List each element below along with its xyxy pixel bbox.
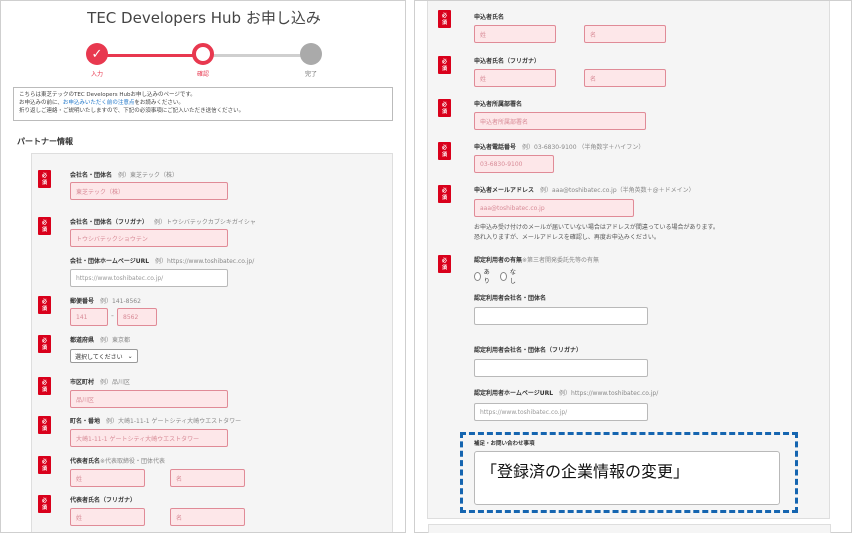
required-badge: 必須 [38, 296, 52, 314]
radio-no[interactable] [500, 271, 507, 281]
inquiry-textarea[interactable]: 「登録済の企業情報の変更」 [474, 451, 780, 505]
certified-user-radio-group: あり なし [474, 267, 526, 285]
notice-text: お申込みの前に、 [19, 100, 63, 106]
field-label: 市区町村 例）品川区 [70, 379, 131, 386]
company-url-input[interactable]: https://www.toshibatec.co.jp/ [70, 269, 228, 287]
field-label: 代表者氏名（フリガナ） [70, 497, 137, 504]
required-badge: 必須 [38, 335, 52, 353]
applicant-first-name-input[interactable]: 名 [584, 25, 666, 43]
field-label: 代表者氏名※代表取締役・団体代表 [70, 458, 166, 465]
email-input[interactable]: aaa@toshibatec.co.jp [474, 199, 634, 217]
current-step-icon [192, 43, 214, 65]
field-label: 都道府県 例）東京都 [70, 337, 131, 344]
field-label: 認定利用者ホームページURL 例）https://www.toshibatec.c… [474, 390, 659, 397]
step-input: ✓ 入力 [67, 43, 127, 78]
required-badge: 必須 [38, 377, 52, 395]
chevron-down-icon: ⌄ [127, 352, 133, 360]
applicant-kana-last-input[interactable]: 姓 [474, 69, 556, 87]
representative-first-name-input[interactable]: 名 [170, 469, 245, 487]
radio-yes[interactable] [474, 271, 481, 281]
representative-last-name-input[interactable]: 姓 [70, 469, 145, 487]
required-badge: 必須 [438, 142, 452, 160]
postal-code-second-input[interactable]: 8562 [117, 308, 157, 326]
postal-code-first-input[interactable]: 141 [70, 308, 108, 326]
step-confirm: 確認 [173, 43, 233, 78]
partner-info-form: 必須 会社名・団体名 例）東芝テック（株） 東芝テック（株） 必須 会社名・団体名… [31, 153, 393, 532]
step-label: 完了 [304, 71, 317, 78]
form-screen-left: TEC Developers Hub お申し込み ✓ 入力 確認 完了 こちらは… [0, 0, 406, 533]
postal-dash: - [111, 311, 114, 320]
applicant-kana-first-input[interactable]: 名 [584, 69, 666, 87]
representative-kana-first-input[interactable]: 名 [170, 508, 245, 526]
phone-input[interactable]: 03-6830-9100 [474, 155, 554, 173]
address-input[interactable]: 大崎1-11-1 ゲートシティ大崎ウエストタワー [70, 429, 228, 447]
field-label: 申込者電話番号 例）03-6830-9100 （半角数字＋ハイフン） [474, 144, 645, 151]
field-label: 申込者メールアドレス 例）aaa@toshibatec.co.jp（半角英数＋@＋… [474, 187, 695, 194]
required-badge: 必須 [438, 255, 452, 273]
section-title: パートナー情報 [17, 137, 73, 146]
city-input[interactable]: 品川区 [70, 390, 228, 408]
required-badge: 必須 [38, 170, 52, 188]
notice-line: 折り返しご連絡・ご説明いたしますので、下記の必須事項にご記入いただき送信ください… [19, 108, 245, 114]
required-badge: 必須 [38, 217, 52, 235]
step-label: 入力 [90, 71, 103, 78]
required-badge: 必須 [438, 99, 452, 117]
page-title: TEC Developers Hub お申し込み [87, 9, 321, 27]
applicant-last-name-input[interactable]: 姓 [474, 25, 556, 43]
required-badge: 必須 [438, 56, 452, 74]
certified-kana-input[interactable] [474, 359, 648, 377]
next-section-edge [428, 524, 831, 533]
radio-yes-label: あり [483, 269, 490, 285]
certified-company-input[interactable] [474, 307, 648, 325]
step-complete: 完了 [281, 43, 341, 78]
field-label: 会社名・団体名 例）東芝テック（株） [70, 172, 179, 179]
required-badge: 必須 [38, 416, 52, 434]
precautions-link[interactable]: お申込みいただく前の注意点 [63, 100, 135, 106]
field-label: 申込者氏名（フリガナ） [474, 58, 541, 65]
notice-line: こちらは東芝テックのTEC Developers Hubお申し込みのページです。 [19, 92, 196, 98]
field-label: 認定利用者会社名・団体名 [474, 295, 547, 302]
notice-text: をお読みください。 [134, 100, 184, 106]
department-input[interactable]: 申込者所属部署名 [474, 112, 646, 130]
prefecture-select[interactable]: 選択してください ⌄ [70, 349, 138, 363]
required-badge: 必須 [438, 185, 452, 203]
step-label: 確認 [196, 71, 209, 78]
field-label: 会社名・団体名（フリガナ） 例）トウシバテックカブシキガイシャ [70, 219, 256, 226]
representative-kana-last-input[interactable]: 姓 [70, 508, 145, 526]
field-label: 認定利用者会社名・団体名（フリガナ） [474, 347, 583, 354]
field-label: 認定利用者の有無※第三者開発委託先等の有無 [474, 257, 600, 264]
field-label: 申込者氏名 [474, 14, 505, 21]
required-badge: 必須 [438, 10, 452, 28]
required-badge: 必須 [38, 495, 52, 513]
prefecture-selected-value: 選択してください [75, 353, 123, 361]
field-label: 会社・団体ホームページURL 例）https://www.toshibatec.c… [70, 258, 255, 265]
field-label: 郵便番号 例）141-8562 [70, 298, 141, 305]
field-label: 町名・番地 例）大崎1-11-1 ゲートシティ大崎ウエストタワー [70, 418, 242, 425]
radio-no-label: なし [509, 269, 516, 285]
certified-url-input[interactable]: https://www.toshibatec.co.jp/ [474, 403, 648, 421]
field-label: 申込者所属部署名 [474, 101, 523, 108]
company-kana-input[interactable]: トウシバテックショウテン [70, 229, 228, 247]
company-name-input[interactable]: 東芝テック（株） [70, 182, 228, 200]
required-badge: 必須 [38, 456, 52, 474]
notice-box: こちらは東芝テックのTEC Developers Hubお申し込みのページです。… [13, 87, 393, 121]
notice-line: お申込みの前に、お申込みいただく前の注意点をお読みください。 [19, 99, 387, 107]
email-help-text: お申込み受け付けのメールが届いていない場合はアドレスが間違っている場合があります… [474, 224, 719, 241]
check-icon: ✓ [86, 43, 108, 65]
progress-steps: ✓ 入力 確認 完了 [1, 43, 405, 83]
pending-step-icon [300, 43, 322, 65]
